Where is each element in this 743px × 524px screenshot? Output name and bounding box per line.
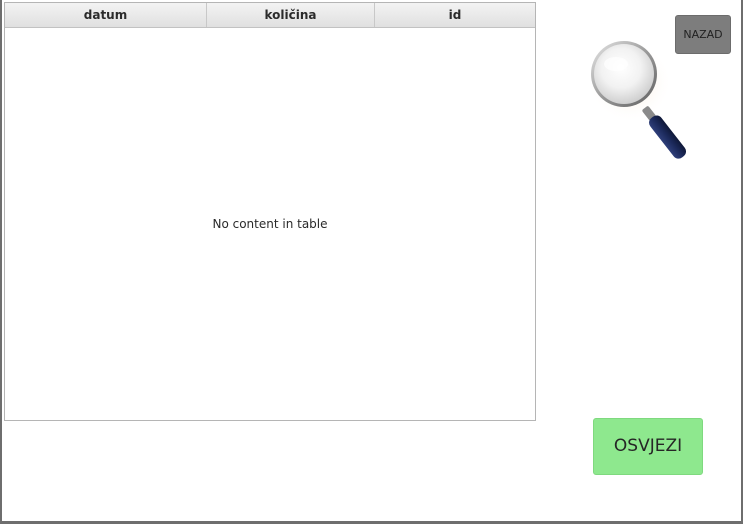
- refresh-button[interactable]: OSVJEZI: [593, 418, 703, 475]
- column-header-kolicina[interactable]: količina: [207, 3, 375, 27]
- column-header-datum[interactable]: datum: [5, 3, 207, 27]
- table-header: datum količina id: [5, 3, 535, 28]
- table-empty-placeholder: No content in table: [212, 217, 328, 231]
- column-header-id[interactable]: id: [375, 3, 535, 27]
- magnifying-glass-icon: [582, 38, 707, 166]
- app-window: datum količina id No content in table NA…: [0, 0, 743, 524]
- data-table[interactable]: datum količina id No content in table: [4, 2, 536, 421]
- magnifying-glass-graphic: [588, 41, 687, 159]
